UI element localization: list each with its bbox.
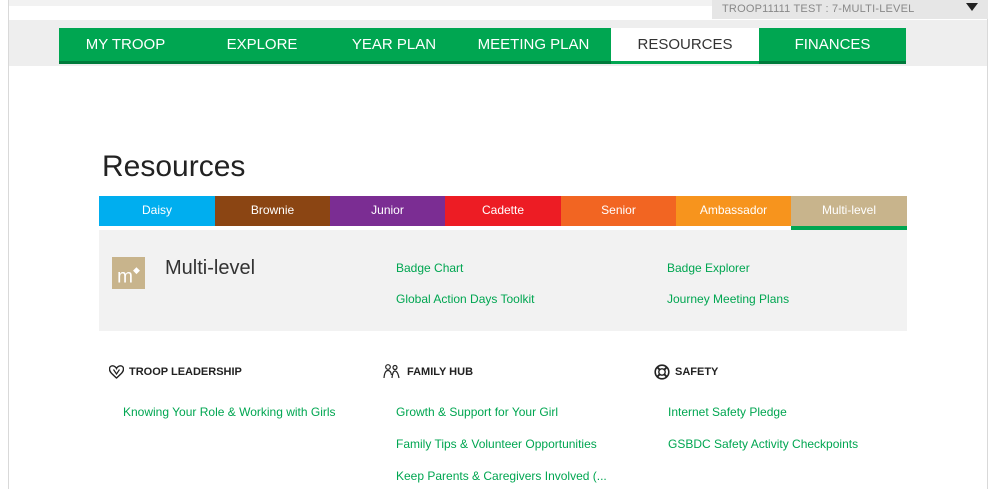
tab-senior[interactable]: Senior <box>561 196 676 226</box>
journey-meeting-plans-link[interactable]: Journey Meeting Plans <box>667 292 789 306</box>
badge-chart-link[interactable]: Badge Chart <box>396 261 463 275</box>
page-title: Resources <box>102 150 246 183</box>
tab-brownie[interactable]: Brownie <box>215 196 330 226</box>
tab-ambassador[interactable]: Ambassador <box>676 196 791 226</box>
multi-level-badge-icon: m◆ <box>112 257 145 289</box>
nav-my-troop[interactable]: MY TROOP <box>59 28 192 64</box>
section-safety: SAFETY <box>654 364 718 380</box>
nav-finances[interactable]: FINANCES <box>759 28 906 64</box>
tab-daisy[interactable]: Daisy <box>99 196 215 226</box>
page-frame-left <box>8 0 9 489</box>
level-tabs: Daisy Brownie Junior Cadette Senior Amba… <box>99 196 907 230</box>
main-nav: MY TROOP EXPLORE YEAR PLAN MEETING PLAN … <box>59 28 946 64</box>
section-title: SAFETY <box>675 366 719 378</box>
family-tips-link[interactable]: Family Tips & Volunteer Opportunities <box>396 437 597 451</box>
tab-multi-level[interactable]: Multi-level <box>791 196 907 230</box>
heart-hands-icon <box>109 365 124 379</box>
section-troop-leadership: TROOP LEADERSHIP <box>109 365 242 379</box>
nav-meeting-plan[interactable]: MEETING PLAN <box>456 28 611 64</box>
page-frame-right <box>987 0 988 489</box>
family-icon <box>383 364 400 379</box>
nav-resources[interactable]: RESOURCES <box>611 28 759 64</box>
internet-safety-pledge-link[interactable]: Internet Safety Pledge <box>668 405 787 419</box>
level-panel: m◆ Multi-level Badge Chart Global Action… <box>99 230 907 331</box>
section-family-hub: FAMILY HUB <box>382 364 473 379</box>
tab-junior[interactable]: Junior <box>330 196 445 226</box>
nav-explore[interactable]: EXPLORE <box>192 28 332 64</box>
global-action-days-link[interactable]: Global Action Days Toolkit <box>396 292 535 306</box>
nav-year-plan[interactable]: YEAR PLAN <box>332 28 456 64</box>
life-ring-icon <box>654 364 670 380</box>
level-name: Multi-level <box>165 257 256 279</box>
safety-activity-checkpoints-link[interactable]: GSBDC Safety Activity Checkpoints <box>668 437 858 451</box>
tab-cadette[interactable]: Cadette <box>445 196 561 226</box>
badge-explorer-link[interactable]: Badge Explorer <box>667 261 750 275</box>
growth-support-link[interactable]: Growth & Support for Your Girl <box>396 405 558 419</box>
section-title: FAMILY HUB <box>407 365 474 378</box>
troop-selector[interactable]: TROOP11111 TEST : 7-MULTI-LEVEL <box>712 0 988 19</box>
knowing-your-role-link[interactable]: Knowing Your Role & Working with Girls <box>123 405 336 419</box>
section-title: TROOP LEADERSHIP <box>129 366 242 378</box>
dropdown-caret-icon[interactable] <box>966 3 978 11</box>
keep-parents-involved-link[interactable]: Keep Parents & Caregivers Involved (... <box>396 469 607 483</box>
